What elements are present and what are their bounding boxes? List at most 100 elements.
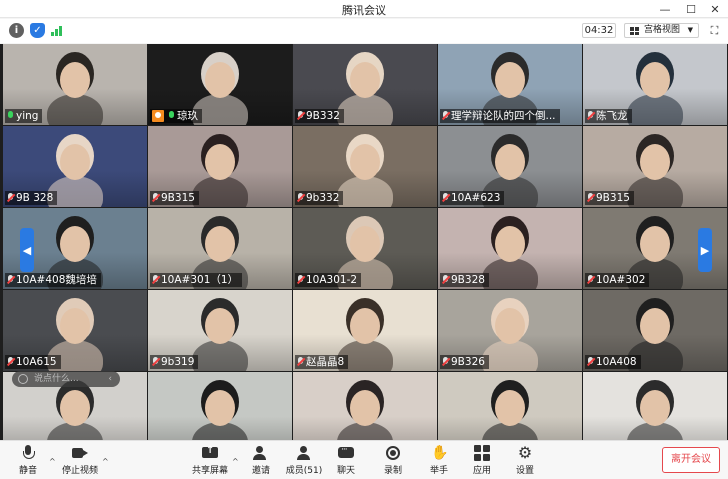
participant-face — [495, 62, 525, 98]
settings-label: 设置 — [515, 466, 534, 476]
participant-tile[interactable]: 陈飞龙 — [583, 44, 727, 125]
participant-name-tag: 琼玖 — [150, 109, 202, 123]
participant-name-tag: 10A#408魏培培 — [5, 273, 101, 287]
apps-button[interactable]: 应用 — [460, 445, 504, 477]
participant-face — [640, 308, 670, 344]
participant-face — [205, 144, 235, 180]
view-mode-dropdown[interactable]: 宫格视图 ▼ — [624, 23, 699, 38]
fullscreen-icon[interactable]: ⛶ — [708, 24, 721, 37]
microphone-muted-icon — [7, 193, 14, 203]
record-icon — [385, 445, 401, 461]
emoji-icon[interactable] — [18, 374, 28, 384]
microphone-muted-icon — [297, 193, 304, 203]
participant-tile[interactable]: 10A615 — [3, 290, 147, 371]
video-options-caret[interactable]: ^ — [102, 457, 109, 466]
stop-video-button[interactable]: 停止视频 — [58, 445, 102, 477]
participant-name: 10A#302 — [596, 274, 646, 286]
participant-tile[interactable]: 赵晶晶8 — [293, 290, 437, 371]
shield-icon[interactable]: ✓ — [30, 23, 45, 38]
chevron-left-icon[interactable]: ‹ — [108, 371, 112, 387]
participant-name-tag: 9B326 — [440, 355, 489, 369]
mute-options-caret[interactable]: ^ — [49, 457, 56, 466]
microphone-on-icon — [7, 111, 14, 121]
camera-icon — [72, 445, 88, 461]
participant-name: 陈飞龙 — [596, 110, 628, 122]
participant-tile[interactable]: 9b319 — [148, 290, 292, 371]
meeting-timer: 04:32 — [582, 23, 616, 38]
raise-hand-button[interactable]: ✋ 举手 — [417, 445, 461, 477]
settings-button[interactable]: ⚙ 设置 — [503, 445, 547, 477]
participant-name-tag: ying — [5, 109, 43, 123]
participant-name-tag: 赵晶晶8 — [295, 355, 349, 369]
info-icon[interactable]: i — [9, 23, 24, 38]
members-button[interactable]: 成员(51) — [282, 445, 326, 477]
participant-tile[interactable]: 10A301-2 — [293, 208, 437, 289]
participant-tile[interactable]: 10A408 — [583, 290, 727, 371]
participant-name: 10A#408魏培培 — [16, 274, 97, 286]
participant-tile[interactable]: 琼玖 — [148, 44, 292, 125]
next-page-button[interactable]: ▶ — [698, 228, 712, 272]
title-bar: 腾讯会议 — ☐ ✕ — [0, 0, 728, 18]
window-title: 腾讯会议 — [342, 4, 386, 17]
stop-video-label: 停止视频 — [61, 466, 98, 476]
participant-name: 9B328 — [451, 274, 485, 286]
participant-face — [495, 226, 525, 262]
microphone-muted-icon — [442, 111, 449, 121]
participant-name: 9B326 — [451, 356, 485, 368]
participant-tile[interactable]: 9B 328 — [3, 126, 147, 207]
participant-name: 赵晶晶8 — [306, 356, 345, 368]
participant-face — [205, 390, 235, 426]
participant-face — [60, 390, 90, 426]
signal-icon[interactable] — [50, 23, 65, 38]
minimize-button[interactable]: — — [654, 0, 676, 18]
quick-message-placeholder: 说点什么... — [34, 374, 79, 384]
participant-face — [495, 308, 525, 344]
chat-button[interactable]: 聊天 — [324, 445, 368, 477]
close-button[interactable]: ✕ — [704, 0, 726, 18]
participant-name-tag: 9B315 — [585, 191, 634, 205]
microphone-muted-icon — [587, 193, 594, 203]
view-mode-label: 宫格视图 — [644, 25, 681, 35]
participant-name: 10A#301（1） — [161, 274, 239, 286]
microphone-muted-icon — [152, 357, 159, 367]
participant-face — [205, 226, 235, 262]
previous-page-button[interactable]: ◀ — [20, 228, 34, 272]
participant-tile[interactable]: ying — [3, 44, 147, 125]
chevron-down-icon: ▼ — [687, 26, 693, 34]
participant-name: 9b319 — [161, 356, 195, 368]
participant-tile[interactable]: 9B328 — [438, 208, 582, 289]
participant-tile[interactable]: 9b332 — [293, 126, 437, 207]
microphone-muted-icon — [152, 275, 159, 285]
participant-tile[interactable]: 9B315 — [583, 126, 727, 207]
quick-message-input[interactable]: 说点什么... ‹ — [12, 371, 120, 387]
participant-tile[interactable]: 10A#623 — [438, 126, 582, 207]
participant-face — [350, 390, 380, 426]
share-screen-button[interactable]: 共享屏幕 — [188, 445, 232, 477]
participant-tile[interactable]: 理学辩论队的四个倒... — [438, 44, 582, 125]
chat-label: 聊天 — [336, 466, 355, 476]
grid-view-icon — [630, 27, 640, 35]
leave-meeting-button[interactable]: 离开会议 — [662, 447, 720, 473]
participant-face — [350, 62, 380, 98]
share-options-caret[interactable]: ^ — [232, 457, 239, 466]
record-button[interactable]: 录制 — [371, 445, 415, 477]
members-label: 成员(51) — [285, 466, 323, 476]
participant-face — [60, 226, 90, 262]
mute-label: 静音 — [18, 466, 37, 476]
participant-name-tag: 9B315 — [150, 191, 199, 205]
participant-tile[interactable]: 9B332 — [293, 44, 437, 125]
participant-name: 9b332 — [306, 192, 340, 204]
participant-tile[interactable]: 9B326 — [438, 290, 582, 371]
microphone-muted-icon — [297, 357, 304, 367]
participant-name-tag: 理学辩论队的四个倒... — [440, 109, 560, 123]
participant-tile[interactable]: 9B315 — [148, 126, 292, 207]
participant-tile[interactable]: 10A#301（1） — [148, 208, 292, 289]
microphone-on-icon — [168, 111, 175, 121]
avatar-icon — [152, 110, 164, 122]
invite-button[interactable]: 邀请 — [239, 445, 283, 477]
participant-name-tag: 10A#623 — [440, 191, 505, 205]
maximize-button[interactable]: ☐ — [680, 0, 702, 18]
invite-label: 邀请 — [251, 466, 270, 476]
mute-button[interactable]: 静音 — [6, 445, 50, 477]
microphone-muted-icon — [297, 111, 304, 121]
